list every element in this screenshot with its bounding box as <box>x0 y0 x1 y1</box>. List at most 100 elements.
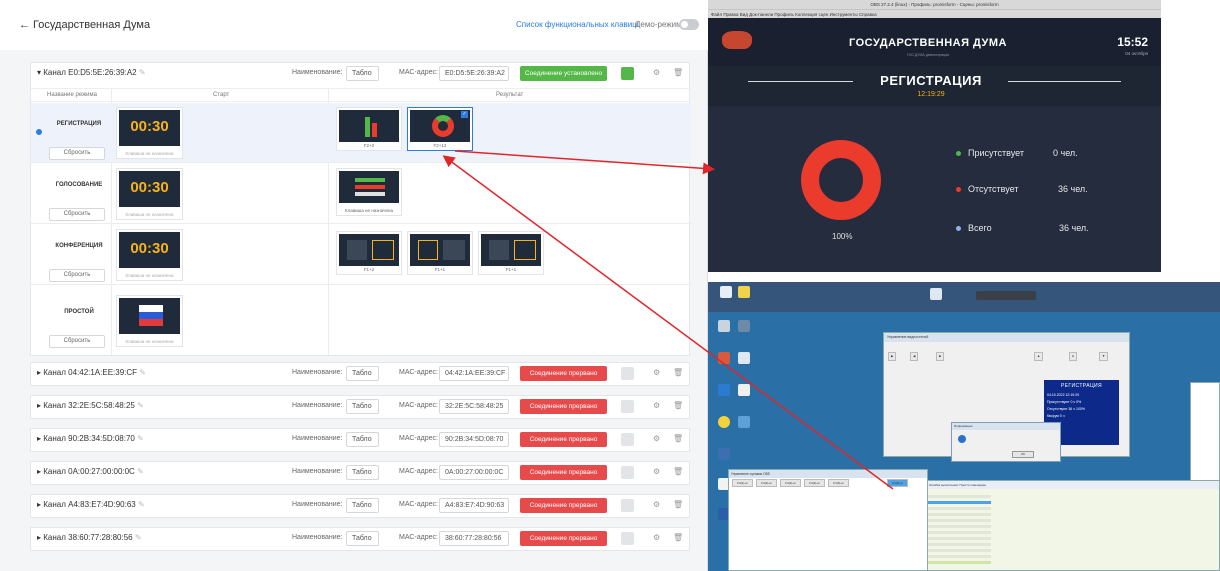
app-icon[interactable] <box>738 352 750 364</box>
power-button[interactable] <box>621 367 634 380</box>
start-tile[interactable]: Клавиша не назначена <box>116 295 183 347</box>
obs-menu-bar[interactable]: Файл Правка Вид Док-панели Профиль Колле… <box>708 9 1161 18</box>
mac-field[interactable]: E0:D5:5E:26:39:A2 <box>439 66 509 81</box>
channel-row-collapsed[interactable]: ▸ Канал A4:83:E7:4D:90:63 ✎ Наименование… <box>30 494 690 518</box>
power-button[interactable] <box>621 499 634 512</box>
computer-icon[interactable] <box>720 286 732 298</box>
gear-icon[interactable]: ⚙ <box>653 368 660 377</box>
device-name-field[interactable]: Табло <box>346 432 379 447</box>
channel-name: Канал 04:42:1A:EE:39:CF <box>43 368 138 377</box>
start-tile[interactable]: 00:30 Клавиша не назначена <box>116 229 183 281</box>
gear-icon[interactable]: ⚙ <box>653 434 660 443</box>
mac-field[interactable]: 32:2E:5C:58:48:25 <box>439 399 509 414</box>
edit-pencil-icon[interactable]: ✎ <box>135 533 142 542</box>
col-start: Старт <box>213 92 230 98</box>
device-name-field[interactable]: Табло <box>346 465 379 480</box>
function-keys-link[interactable]: Список функциональных клавиш <box>516 20 639 29</box>
gear-icon[interactable]: ⚙ <box>653 467 660 476</box>
power-button[interactable] <box>621 400 634 413</box>
power-button[interactable] <box>621 67 634 80</box>
gear-icon[interactable]: ⚙ <box>653 533 660 542</box>
back-link[interactable]: ← Государственная Дума <box>19 19 150 31</box>
device-name-field[interactable]: Табло <box>346 66 379 81</box>
toolbar-button[interactable]: ■ <box>936 352 944 361</box>
reset-button[interactable]: Сбросить <box>49 335 105 348</box>
edit-pencil-icon[interactable]: ✎ <box>139 68 146 77</box>
device-name-field[interactable]: Табло <box>346 531 379 546</box>
folder-icon[interactable] <box>738 286 750 298</box>
smiley-icon[interactable] <box>718 416 730 428</box>
screenshot-root: ← Государственная Дума Список функционал… <box>0 0 1220 571</box>
edit-pencil-icon[interactable]: ✎ <box>137 401 144 410</box>
trash-icon[interactable]: 🗑 <box>673 368 683 377</box>
power-button[interactable] <box>621 433 634 446</box>
ok-button[interactable]: OK <box>1012 451 1034 458</box>
scene-tab[interactable]: F4(2)+1 <box>756 479 777 487</box>
app-icon[interactable] <box>718 352 730 364</box>
toolbar-button[interactable]: ◀ <box>910 352 919 361</box>
result-tile-vote[interactable]: Клавиша не назначена <box>336 168 402 216</box>
start-tile[interactable]: 00:30 Клавиша не назначена <box>116 107 183 159</box>
toolbar-button[interactable]: ▼ <box>1099 352 1109 361</box>
gear-icon[interactable]: ⚙ <box>653 500 660 509</box>
edit-pencil-icon[interactable]: ✎ <box>139 368 146 377</box>
device-name-field[interactable]: Табло <box>346 498 379 513</box>
demo-mode-toggle[interactable] <box>679 19 699 30</box>
reset-button[interactable]: Сбросить <box>49 147 105 160</box>
channel-row-collapsed[interactable]: ▸ Канал 90:2B:34:5D:08:70 ✎ Наименование… <box>30 428 690 452</box>
gear-icon[interactable]: ⚙ <box>653 401 660 410</box>
app-icon[interactable] <box>738 416 750 428</box>
recycle-bin-icon[interactable] <box>718 320 730 332</box>
channel-name: Канал 38:60:77:28:80:56 <box>43 533 133 542</box>
document-icon[interactable] <box>738 384 750 396</box>
reset-button[interactable]: Сбросить <box>49 269 105 282</box>
edit-pencil-icon[interactable]: ✎ <box>137 434 144 443</box>
edit-pencil-icon[interactable]: ✎ <box>137 467 144 476</box>
trash-icon[interactable]: 🗑 <box>673 533 683 542</box>
channel-toggle[interactable]: ▾ Канал E0:D5:5E:26:39:A2 ✎ <box>37 68 146 77</box>
trash-icon[interactable]: 🗑 <box>673 467 683 476</box>
app-icon[interactable] <box>718 384 730 396</box>
power-button[interactable] <box>621 466 634 479</box>
trash-icon[interactable]: 🗑 <box>673 68 683 77</box>
result-tile-donut[interactable]: ✓ F2+13 <box>407 107 473 151</box>
result-tile-bars[interactable]: F2+2 <box>336 107 402 151</box>
start-tile[interactable]: 00:30 Клавиша не назначена <box>116 168 183 220</box>
toolbar-button[interactable]: ▶ <box>888 352 897 361</box>
mac-field[interactable]: 90:2B:34:5D:08:70 <box>439 432 509 447</box>
scene-tab[interactable]: F4(2)+1 <box>780 479 801 487</box>
mode-row-voting: ГОЛОСОВАНИЕ Сбросить 00:30 Клавиша не на… <box>31 164 691 224</box>
mac-field[interactable]: 04:42:1A:EE:39:CF <box>439 366 509 381</box>
power-button[interactable] <box>621 532 634 545</box>
connection-status-badge: Соединение прервано <box>520 531 607 546</box>
trash-icon[interactable]: 🗑 <box>673 434 683 443</box>
mac-field[interactable]: 38:60:77:28:80:56 <box>439 531 509 546</box>
trash-icon[interactable]: 🗑 <box>673 500 683 509</box>
device-name-field[interactable]: Табло <box>346 399 379 414</box>
scene-tab[interactable]: F4(1)+1 <box>732 479 753 487</box>
result-tile-speaker[interactable]: F1+2 <box>336 231 402 275</box>
timer-value: 00:30 <box>130 118 169 135</box>
toolbar-button[interactable]: ▲ <box>1034 352 1044 361</box>
device-name-field[interactable]: Табло <box>346 366 379 381</box>
result-tile-speaker-chart[interactable]: F1+1 <box>407 231 473 275</box>
scene-tab-active[interactable]: F4(3)+1 <box>887 479 908 487</box>
scene-tab[interactable]: F4(2)+1 <box>804 479 825 487</box>
scene-tab[interactable]: F4(3)+1 <box>828 479 849 487</box>
trash-icon[interactable]: 🗑 <box>673 401 683 410</box>
edit-pencil-icon[interactable]: ✎ <box>138 500 145 509</box>
reset-button[interactable]: Сбросить <box>49 208 105 221</box>
app-icon[interactable] <box>930 288 942 300</box>
result-tile-speaker-list[interactable]: F1+1 <box>478 231 544 275</box>
mac-field[interactable]: 0A:00:27:00:00:0C <box>439 465 509 480</box>
gear-icon[interactable]: ⚙ <box>653 68 660 77</box>
app-icon[interactable] <box>718 448 730 460</box>
mode-radio[interactable] <box>36 129 42 135</box>
channel-row-collapsed[interactable]: ▸ Канал 04:42:1A:EE:39:CF ✎ Наименование… <box>30 362 690 386</box>
toolbar-button[interactable]: ● <box>1069 352 1077 361</box>
mac-field[interactable]: A4:83:E7:4D:90:63 <box>439 498 509 513</box>
channel-row-collapsed[interactable]: ▸ Канал 32:2E:5C:58:48:25 ✎ Наименование… <box>30 395 690 419</box>
channel-row-collapsed[interactable]: ▸ Канал 38:60:77:28:80:56 ✎ Наименование… <box>30 527 690 551</box>
tool-icon[interactable] <box>738 320 750 332</box>
channel-row-collapsed[interactable]: ▸ Канал 0A:00:27:00:00:0C ✎ Наименование… <box>30 461 690 485</box>
